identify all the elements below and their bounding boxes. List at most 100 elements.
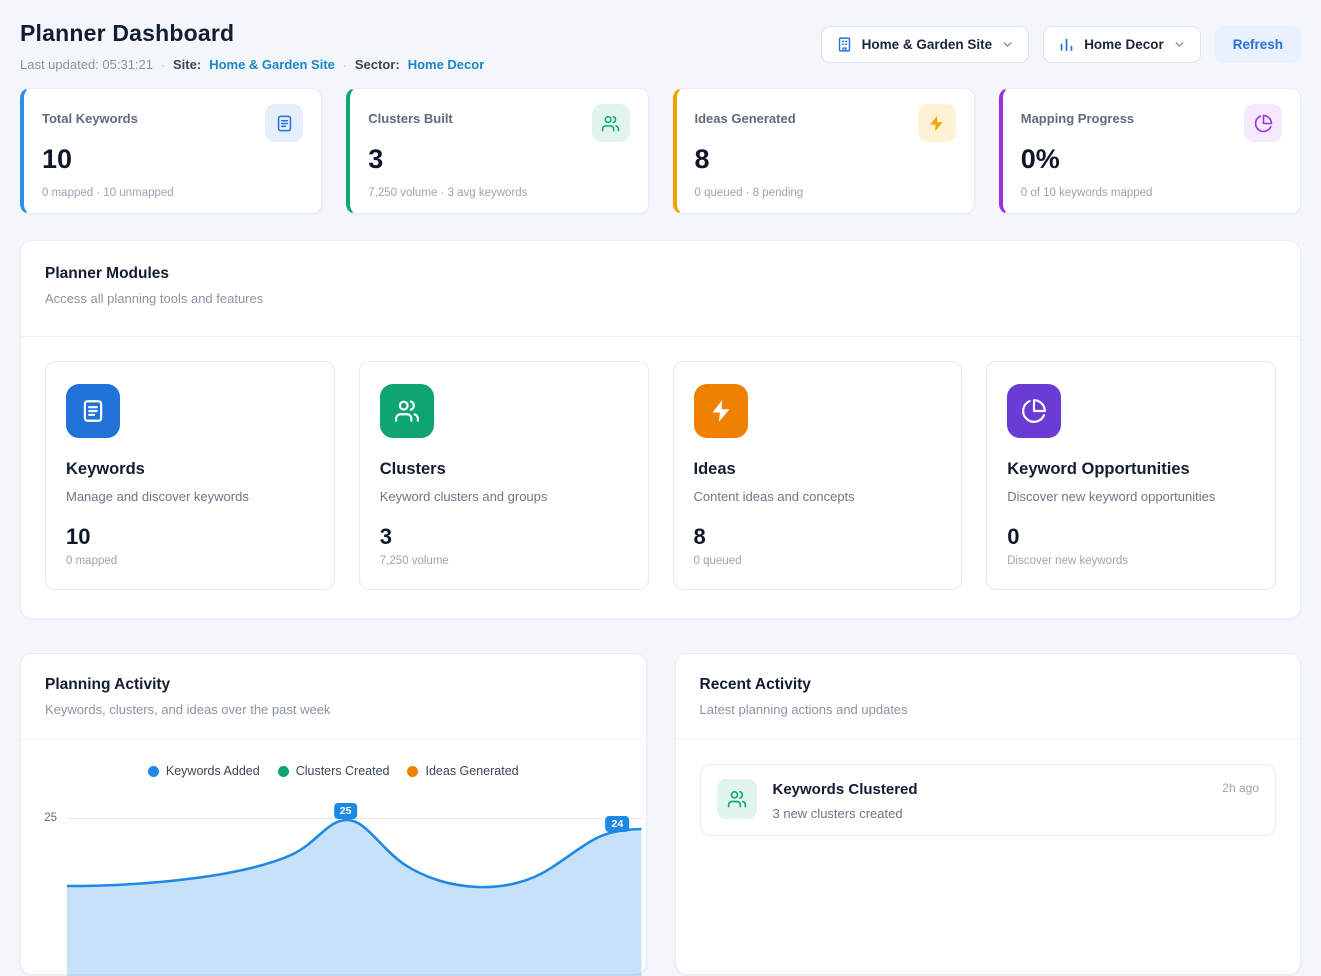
building-icon: [836, 36, 853, 53]
stat-label: Clusters Built: [368, 104, 453, 126]
activity-list-item: Keywords Clustered 2h ago 3 new clusters…: [700, 764, 1277, 836]
stat-detail: 7,250 volume · 3 avg keywords: [368, 187, 629, 199]
data-point-label: 25: [334, 803, 358, 819]
refresh-button-label: Refresh: [1233, 37, 1283, 52]
data-point-label: 24: [606, 816, 630, 832]
stat-detail: 0 of 10 keywords mapped: [1021, 187, 1282, 199]
module-card-keywords[interactable]: Keywords Manage and discover keywords 10…: [45, 361, 335, 590]
stat-label: Total Keywords: [42, 104, 138, 126]
chart-legend: Keywords Added Clusters Created Ideas Ge…: [21, 764, 646, 778]
legend-item-clusters-created: Clusters Created: [278, 764, 390, 778]
section-title: Recent Activity: [700, 676, 1277, 694]
activity-timestamp: 2h ago: [1222, 781, 1259, 795]
module-description: Content ideas and concepts: [694, 489, 942, 504]
module-description: Manage and discover keywords: [66, 489, 314, 504]
module-description: Discover new keyword opportunities: [1007, 489, 1255, 504]
stat-value: 0%: [1021, 144, 1282, 175]
stat-detail: 0 queued · 8 pending: [695, 187, 956, 199]
recent-activity-header: Recent Activity Latest planning actions …: [676, 654, 1301, 740]
module-detail: Discover new keywords: [1007, 555, 1255, 567]
activity-item-body: Keywords Clustered 2h ago 3 new clusters…: [773, 779, 1260, 821]
module-detail: 0 queued: [694, 555, 942, 567]
legend-dot-icon: [278, 766, 289, 777]
legend-dot-icon: [148, 766, 159, 777]
module-title: Keyword Opportunities: [1007, 460, 1255, 479]
chart-plot-area: 25 24: [67, 794, 642, 974]
module-card-ideas[interactable]: Ideas Content ideas and concepts 8 0 que…: [673, 361, 963, 590]
page-header: Planner Dashboard Last updated: 05:31:21…: [20, 14, 1301, 72]
legend-label: Ideas Generated: [425, 764, 518, 778]
planning-activity-header: Planning Activity Keywords, clusters, an…: [21, 654, 646, 740]
sector-selector-dropdown[interactable]: Home Decor: [1043, 26, 1201, 63]
stat-label: Ideas Generated: [695, 104, 796, 126]
site-link[interactable]: Home & Garden Site: [209, 57, 335, 72]
bar-chart-icon: [1058, 36, 1075, 53]
refresh-button[interactable]: Refresh: [1215, 26, 1301, 63]
module-card-keyword-opportunities[interactable]: Keyword Opportunities Discover new keywo…: [986, 361, 1276, 590]
stat-value: 3: [368, 144, 629, 175]
planner-modules-header: Planner Modules Access all planning tool…: [21, 241, 1300, 337]
page-meta: Last updated: 05:31:21 · Site: Home & Ga…: [20, 57, 484, 72]
meta-separator: ·: [161, 58, 165, 72]
stat-card-clusters-built: Clusters Built 3 7,250 volume · 3 avg ke…: [346, 88, 648, 214]
planning-activity-panel: Planning Activity Keywords, clusters, an…: [20, 653, 647, 975]
modules-grid: Keywords Manage and discover keywords 10…: [21, 337, 1300, 618]
legend-label: Keywords Added: [166, 764, 260, 778]
section-subtitle: Keywords, clusters, and ideas over the p…: [45, 702, 622, 717]
stat-card-total-keywords: Total Keywords 10 0 mapped · 10 unmapped: [20, 88, 322, 214]
section-subtitle: Latest planning actions and updates: [700, 702, 1277, 717]
planning-activity-chart: 25 25 24: [21, 794, 646, 974]
module-detail: 7,250 volume: [380, 555, 628, 567]
header-left: Planner Dashboard Last updated: 05:31:21…: [20, 14, 484, 72]
module-card-clusters[interactable]: Clusters Keyword clusters and groups 3 7…: [359, 361, 649, 590]
module-value: 0: [1007, 524, 1255, 550]
stat-card-ideas-generated: Ideas Generated 8 0 queued · 8 pending: [673, 88, 975, 214]
meta-separator: ·: [343, 58, 347, 72]
section-subtitle: Access all planning tools and features: [45, 291, 1276, 306]
site-selector-label: Home & Garden Site: [862, 37, 993, 52]
legend-item-ideas-generated: Ideas Generated: [407, 764, 518, 778]
users-icon: [592, 104, 630, 142]
module-title: Keywords: [66, 460, 314, 479]
legend-dot-icon: [407, 766, 418, 777]
zap-icon: [918, 104, 956, 142]
stats-row: Total Keywords 10 0 mapped · 10 unmapped…: [20, 88, 1301, 214]
page-title: Planner Dashboard: [20, 20, 484, 47]
module-value: 8: [694, 524, 942, 550]
stat-value: 8: [695, 144, 956, 175]
document-icon: [265, 104, 303, 142]
chevron-down-icon: [1001, 38, 1014, 51]
stat-label: Mapping Progress: [1021, 104, 1134, 126]
section-title: Planner Modules: [45, 265, 1276, 283]
document-icon: [66, 384, 120, 438]
sector-label: Sector:: [355, 57, 400, 72]
section-title: Planning Activity: [45, 676, 622, 694]
module-value: 3: [380, 524, 628, 550]
pie-chart-icon: [1007, 384, 1061, 438]
module-description: Keyword clusters and groups: [380, 489, 628, 504]
pie-chart-icon: [1244, 104, 1282, 142]
chevron-down-icon: [1173, 38, 1186, 51]
site-label: Site:: [173, 57, 201, 72]
legend-item-keywords-added: Keywords Added: [148, 764, 260, 778]
planner-modules-panel: Planner Modules Access all planning tool…: [20, 240, 1301, 619]
stat-value: 10: [42, 144, 303, 175]
bottom-row: Planning Activity Keywords, clusters, an…: [20, 653, 1301, 975]
users-icon: [717, 779, 757, 819]
site-selector-dropdown[interactable]: Home & Garden Site: [821, 26, 1030, 63]
recent-activity-panel: Recent Activity Latest planning actions …: [675, 653, 1302, 975]
module-title: Clusters: [380, 460, 628, 479]
header-controls: Home & Garden Site Home Decor Refresh: [821, 26, 1301, 63]
last-updated-text: Last updated: 05:31:21: [20, 57, 153, 72]
module-value: 10: [66, 524, 314, 550]
zap-icon: [694, 384, 748, 438]
stat-detail: 0 mapped · 10 unmapped: [42, 187, 303, 199]
activity-description: 3 new clusters created: [773, 806, 1260, 821]
module-title: Ideas: [694, 460, 942, 479]
activity-title: Keywords Clustered: [773, 781, 918, 798]
planner-dashboard-page: Planner Dashboard Last updated: 05:31:21…: [0, 0, 1321, 975]
sector-selector-label: Home Decor: [1084, 37, 1164, 52]
y-axis-tick: 25: [31, 794, 67, 974]
module-detail: 0 mapped: [66, 555, 314, 567]
sector-link[interactable]: Home Decor: [408, 57, 485, 72]
